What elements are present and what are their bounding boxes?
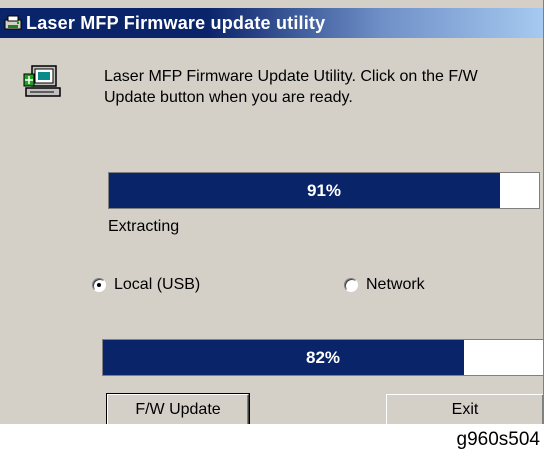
exit-button[interactable]: Exit [386, 394, 543, 424]
radio-button-icon[interactable] [344, 278, 358, 292]
title-bar: Laser MFP Firmware update utility [0, 8, 543, 38]
extraction-progress-label: 91% [306, 180, 342, 200]
radio-button-icon[interactable] [92, 278, 106, 292]
network-radio[interactable]: Network [344, 276, 425, 294]
local-usb-label[interactable]: Local (USB) [114, 276, 200, 294]
extraction-progress-bar: 91% [108, 172, 540, 209]
firmware-update-window: Laser MFP Firmware update utility Laser … [0, 0, 544, 424]
connection-radio-group: Local (USB) Network [0, 274, 543, 298]
network-label[interactable]: Network [366, 276, 425, 294]
status-text: Extracting [108, 218, 180, 235]
printer-app-icon [4, 15, 22, 31]
figure-caption: g960s504 [456, 429, 540, 450]
update-progress-label: 82% [305, 347, 341, 367]
local-usb-radio[interactable]: Local (USB) [92, 276, 200, 294]
update-progress-bar: 82% [102, 339, 543, 376]
firmware-update-icon [22, 60, 62, 104]
intro-text: Laser MFP Firmware Update Utility. Click… [104, 68, 478, 106]
window-title: Laser MFP Firmware update utility [26, 12, 326, 33]
fw-update-button[interactable]: F/W Update [106, 393, 250, 424]
